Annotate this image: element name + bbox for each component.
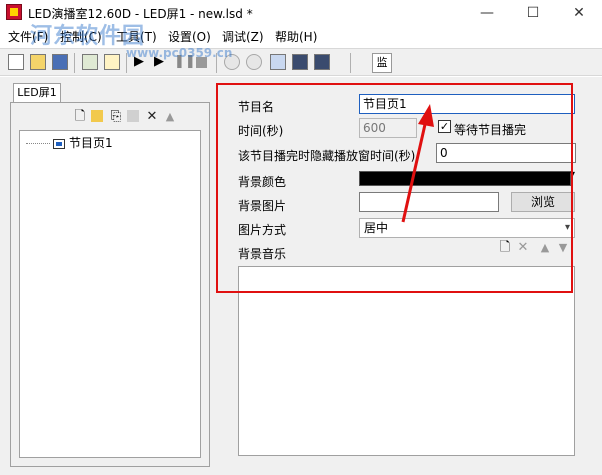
app-logo-icon (6, 4, 22, 20)
open-folder-icon[interactable] (30, 54, 46, 70)
page-properties: 节目名 节目页1 时间(秒) 600 ✓ 等待节目播完 该节目播完时隐藏播放窗时… (216, 81, 598, 471)
program-tree: 节目页1 (19, 130, 201, 458)
wait-checkbox[interactable]: ✓ (438, 120, 451, 133)
menu-debug[interactable]: 调试(Z) (222, 28, 264, 45)
chevron-down-icon: ▾ (564, 222, 570, 233)
bg-music-label: 背景音乐 (238, 247, 287, 261)
time-label: 时间(秒) (238, 124, 284, 138)
maximize-button[interactable]: ☐ (510, 0, 556, 26)
time-input[interactable]: 600 (359, 118, 417, 138)
watermark-url: www.pc0359.cn (126, 46, 233, 60)
main-area: LED屏1 🗋 ⎘ ✕ ▲ 节目页1 节目名 节目页1 时间(秒) 600 ✓ … (0, 77, 602, 475)
image-mode-value: 居中 (364, 221, 389, 235)
music-down-icon[interactable]: ▼ (556, 241, 570, 255)
music-up-icon[interactable]: ▲ (538, 241, 552, 255)
send-display-icon[interactable] (292, 54, 308, 70)
menu-settings[interactable]: 设置(O) (168, 28, 211, 45)
hide-time-input[interactable]: 0 (436, 143, 576, 163)
bg-color-label: 背景颜色 (238, 175, 287, 189)
tree-connector (26, 143, 50, 144)
tab-led-screen[interactable]: LED屏1 (13, 83, 61, 103)
name-input[interactable]: 节目页1 (359, 94, 575, 114)
new-file-icon[interactable] (8, 54, 24, 70)
name-label: 节目名 (238, 100, 275, 114)
image-mode-label: 图片方式 (238, 223, 287, 237)
paste-icon[interactable] (127, 110, 139, 122)
tree-node-label: 节目页1 (69, 136, 113, 150)
tree-node-page[interactable]: 节目页1 (26, 135, 113, 151)
bg-music-list[interactable] (238, 266, 575, 456)
program-panel: 🗋 ⎘ ✕ ▲ 节目页1 (10, 102, 210, 467)
bg-image-label: 背景图片 (238, 199, 287, 213)
lock-display-icon[interactable] (314, 54, 330, 70)
network-icon[interactable] (270, 54, 286, 70)
add-music-icon[interactable]: 🗋 (498, 241, 512, 255)
delete-music-icon[interactable]: ✕ (516, 241, 530, 255)
wait-checkbox-label: 等待节目播完 (454, 123, 527, 137)
zoom-in-icon[interactable] (246, 54, 262, 70)
edit-tool-icon[interactable] (104, 54, 120, 70)
toolbar: ▶ ▶ ❚❚ 监 (0, 48, 602, 76)
browse-button[interactable]: 浏览 (511, 192, 575, 212)
bg-image-input[interactable] (359, 192, 499, 212)
screen-settings-icon[interactable] (82, 54, 98, 70)
bg-color-swatch[interactable] (359, 171, 571, 186)
move-up-icon[interactable]: ▲ (163, 110, 177, 124)
copy-icon[interactable]: ⎘ (109, 110, 123, 124)
toolbar-separator (350, 53, 351, 73)
close-button[interactable]: ✕ (556, 0, 602, 26)
image-mode-select[interactable]: 居中 ▾ (359, 218, 575, 238)
add-item-icon[interactable] (91, 110, 103, 122)
toolbar-separator (74, 53, 75, 73)
menu-help[interactable]: 帮助(H) (275, 28, 317, 45)
minimize-button[interactable]: — (464, 0, 510, 26)
add-page-icon[interactable]: 🗋 (73, 110, 87, 124)
bg-color-dropdown-icon[interactable]: ▾ (570, 169, 575, 180)
save-icon[interactable] (52, 54, 68, 70)
hide-time-label: 该节目播完时隐藏播放窗时间(秒) (238, 149, 416, 163)
monitor-button[interactable]: 监 (372, 53, 392, 73)
page-icon (53, 138, 65, 149)
delete-icon[interactable]: ✕ (145, 110, 159, 124)
